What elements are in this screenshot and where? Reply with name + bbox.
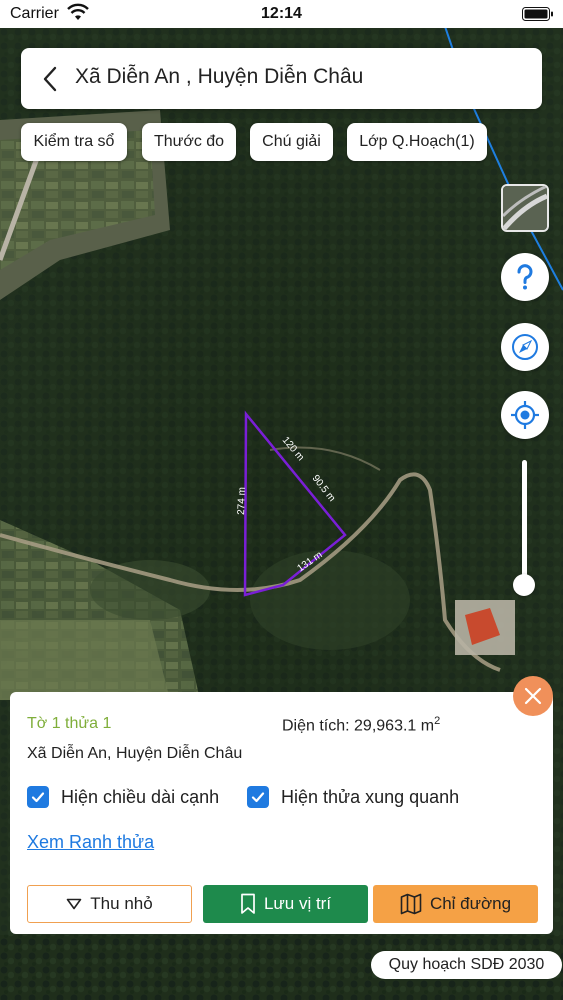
directions-button[interactable]: Chỉ đường — [373, 885, 538, 923]
map-layer-thumbnail-icon — [503, 186, 547, 230]
area-unit-exponent: 2 — [434, 715, 441, 727]
status-bar: Carrier 12:14 — [0, 0, 563, 28]
bookmark-icon — [240, 893, 256, 915]
collapse-label: Thu nhỏ — [90, 894, 153, 913]
checkmark-icon — [31, 792, 45, 803]
question-icon — [517, 264, 533, 290]
locate-crosshair-icon — [511, 401, 539, 429]
close-panel-button[interactable] — [513, 676, 553, 716]
triangle-down-icon — [66, 898, 82, 910]
chevron-left-icon — [43, 66, 57, 92]
help-button[interactable] — [501, 253, 549, 301]
my-location-button[interactable] — [501, 391, 549, 439]
carrier-label: Carrier — [10, 5, 59, 22]
view-boundary-link[interactable]: Xem Ranh thửa — [27, 832, 154, 853]
location-header: Xã Diễn An , Huyện Diễn Châu — [21, 48, 542, 109]
map-layer-toggle[interactable] — [501, 184, 549, 232]
opacity-slider-track[interactable] — [522, 460, 527, 585]
checkbox-checked[interactable] — [27, 786, 49, 808]
ruler-button[interactable]: Thước đo — [142, 123, 236, 161]
check-book-button[interactable]: Kiểm tra sổ — [21, 123, 127, 161]
planning-period-badge[interactable]: Quy hoạch SDĐ 2030 — [371, 951, 562, 979]
show-edge-lengths-toggle[interactable]: Hiện chiều dài cạnh — [27, 786, 219, 808]
parcel-info-panel: Tờ 1 thửa 1 Diện tích: 29,963.1 m2 Xã Di… — [10, 692, 553, 934]
compass-icon — [512, 334, 538, 360]
show-adjacent-toggle[interactable]: Hiện thửa xung quanh — [247, 786, 459, 808]
edge-label-left: 274 m — [236, 487, 248, 515]
planning-layer-button[interactable]: Lớp Q.Hoạch(1) — [347, 123, 487, 161]
compass-button[interactable] — [501, 323, 549, 371]
parcel-area: Diện tích: 29,963.1 m2 — [282, 715, 440, 735]
page-title: Xã Diễn An , Huyện Diễn Châu — [75, 65, 364, 88]
collapse-button[interactable]: Thu nhỏ — [27, 885, 192, 923]
battery-icon — [522, 7, 554, 27]
legend-button[interactable]: Chú giải — [250, 123, 333, 161]
save-location-label: Lưu vị trí — [263, 894, 332, 913]
parcel-id: Tờ 1 thửa 1 — [27, 715, 112, 732]
parcel-area-value: Diện tích: 29,963.1 m — [282, 717, 435, 735]
save-location-button[interactable]: Lưu vị trí — [203, 885, 368, 923]
close-icon — [524, 687, 542, 705]
wifi-icon — [67, 3, 89, 26]
show-adjacent-label: Hiện thửa xung quanh — [281, 786, 460, 807]
checkbox-checked[interactable] — [247, 786, 269, 808]
parcel-location: Xã Diễn An, Huyện Diễn Châu — [27, 745, 243, 762]
opacity-slider-thumb[interactable] — [513, 574, 535, 596]
directions-label: Chỉ đường — [429, 894, 512, 913]
map-icon — [400, 893, 422, 915]
show-edge-lengths-label: Hiện chiều dài cạnh — [61, 786, 220, 807]
back-button[interactable] — [35, 62, 69, 96]
checkmark-icon — [251, 792, 265, 803]
